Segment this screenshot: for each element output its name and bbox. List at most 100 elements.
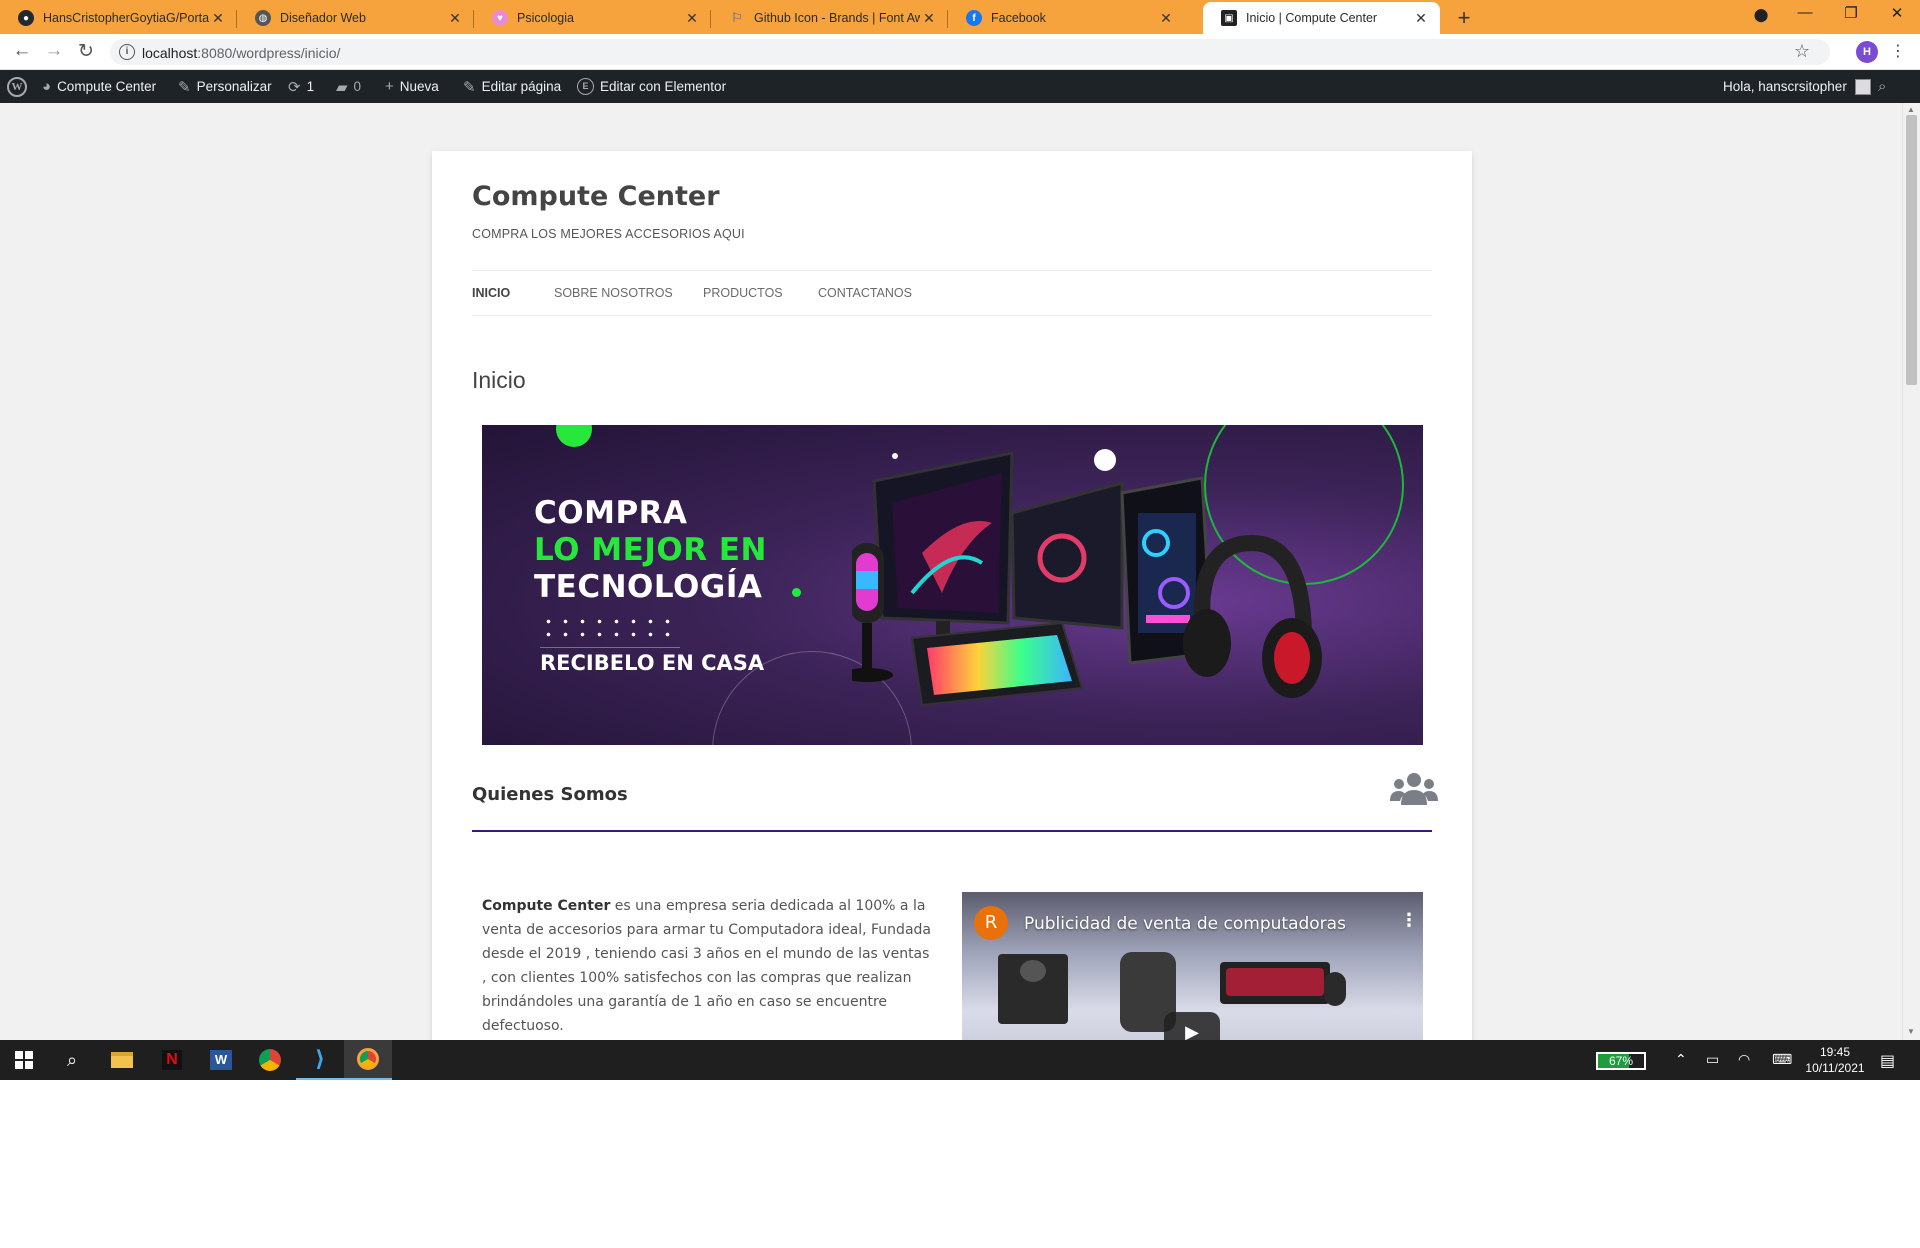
browser-tab-strip: ● HansCristopherGoytiaG/Portafoli ✕ ◍ Di… — [0, 0, 1920, 34]
clock-time: 19:45 — [1819, 1045, 1851, 1059]
scroll-down-icon[interactable]: ▼ — [1907, 1027, 1915, 1036]
url-text[interactable]: localhost:8080/wordpress/inicio/ — [142, 45, 340, 61]
plus-icon: + — [385, 78, 394, 95]
reload-icon[interactable]: ↻ — [74, 40, 98, 63]
nav-item-contactanos[interactable]: CONTACTANOS — [818, 286, 912, 300]
customize-label: Personalizar — [196, 79, 272, 94]
new-tab-button[interactable]: + — [1452, 5, 1476, 31]
restore-button[interactable]: ❐ — [1828, 4, 1874, 22]
start-button[interactable] — [0, 1040, 48, 1080]
wp-admin-bar: W ◕ Compute Center ✎ Personalizar ⟳ 1 ▰ … — [0, 70, 1920, 103]
minimize-button[interactable]: — — [1782, 4, 1828, 21]
system-clock[interactable]: 19:45 10/11/2021 — [1800, 1044, 1870, 1076]
browser-tab[interactable]: ● HansCristopherGoytiaG/Portafoli ✕ — [0, 2, 237, 34]
browser-toolbar: ← → ↻ i localhost:8080/wordpress/inicio/… — [0, 34, 1920, 70]
tab-label: HansCristopherGoytiaG/Portafoli — [43, 11, 209, 25]
edit-elementor-link[interactable]: E Editar con Elementor — [577, 70, 726, 103]
browser-tab-active[interactable]: ▣ Inicio | Compute Center ✕ — [1203, 2, 1440, 34]
facebook-icon: f — [966, 10, 982, 26]
netflix-icon[interactable]: N — [148, 1040, 196, 1080]
battery-icon[interactable]: ▭ — [1706, 1051, 1719, 1068]
banner-headline-line3: TECNOLOGÍA — [534, 569, 763, 605]
browser-tab[interactable]: ◍ Diseñador Web ✕ — [237, 2, 474, 34]
windows-icon — [15, 1051, 33, 1069]
close-tab-icon[interactable]: ✕ — [209, 10, 227, 27]
chrome-active-icon[interactable] — [344, 1040, 392, 1080]
comments-link[interactable]: ▰ 0 — [336, 70, 361, 103]
keyboard-icon[interactable]: ⌨ — [1772, 1051, 1792, 1068]
video-menu-icon[interactable]: ⋮ — [1400, 910, 1418, 931]
address-bar[interactable]: i localhost:8080/wordpress/inicio/ ☆ — [110, 39, 1830, 65]
close-window-button[interactable]: ✕ — [1874, 4, 1920, 22]
globe-icon: ◍ — [255, 10, 271, 26]
scroll-thumb[interactable] — [1906, 115, 1917, 385]
comment-icon: ▰ — [336, 78, 348, 96]
main-navigation: INICIO SOBRE NOSOTROS PRODUCTOS CONTACTA… — [472, 270, 1432, 316]
url-host: localhost — [142, 45, 198, 61]
edit-page-link[interactable]: ✎ Editar página — [463, 70, 561, 103]
profile-avatar[interactable]: H — [1856, 41, 1878, 63]
updates-link[interactable]: ⟳ 1 — [288, 70, 314, 103]
wordpress-icon: W — [7, 76, 27, 97]
customize-link[interactable]: ✎ Personalizar — [178, 70, 272, 103]
close-tab-icon[interactable]: ✕ — [920, 10, 938, 27]
nav-item-sobre-nosotros[interactable]: SOBRE NOSOTROS — [554, 286, 673, 300]
youtube-video-embed[interactable]: R Publicidad de venta de computadoras ⋮ … — [962, 892, 1423, 1062]
about-divider — [472, 830, 1432, 832]
browser-tab[interactable]: ⚐ Github Icon - Brands | Font Awe ✕ — [711, 2, 948, 34]
url-path: :8080/wordpress/inicio/ — [197, 45, 341, 61]
scroll-up-icon[interactable]: ▲ — [1907, 105, 1915, 114]
back-icon[interactable]: ← — [10, 40, 34, 62]
search-icon[interactable]: ⌕ — [48, 1040, 96, 1080]
browser-menu-icon[interactable]: ⋮ — [1890, 41, 1906, 61]
admin-search-icon[interactable]: ⌕ — [1878, 70, 1886, 103]
close-tab-icon[interactable]: ✕ — [683, 10, 701, 27]
nav-item-inicio[interactable]: INICIO — [472, 286, 510, 300]
close-tab-icon[interactable]: ✕ — [446, 10, 464, 27]
product-mouse — [1324, 972, 1346, 1006]
account-menu[interactable]: Hola, hanscrsitopher — [1723, 70, 1871, 103]
edit-page-label: Editar página — [481, 79, 562, 94]
updates-count: 1 — [306, 79, 315, 94]
browser-tab[interactable]: f Facebook ✕ — [948, 2, 1185, 34]
forward-icon[interactable]: → — [42, 40, 66, 62]
site-description: COMPRA LOS MEJORES ACCESORIOS AQUI — [472, 227, 745, 241]
word-icon[interactable]: W — [197, 1040, 245, 1080]
chevron-up-icon[interactable]: ⌃ — [1675, 1051, 1687, 1068]
pencil-icon: ✎ — [463, 78, 476, 96]
clock-date: 10/11/2021 — [1805, 1061, 1865, 1075]
tab-search-icon[interactable]: ⬤ — [1738, 7, 1784, 23]
battery-indicator[interactable]: 67% — [1596, 1052, 1646, 1070]
chrome-icon[interactable] — [246, 1040, 294, 1080]
vscode-icon[interactable]: ⟩ — [296, 1040, 344, 1080]
site-info-icon[interactable]: i — [119, 44, 135, 60]
dashboard-icon: ◕ — [42, 78, 52, 95]
tab-label: Inicio | Compute Center — [1246, 11, 1378, 25]
browser-tab[interactable]: ♥ Psicologia ✕ — [474, 2, 711, 34]
wordpress-logo-button[interactable]: W — [7, 70, 27, 103]
tab-label: Github Icon - Brands | Font Awe — [754, 11, 920, 25]
close-tab-icon[interactable]: ✕ — [1157, 10, 1175, 27]
about-title: Quienes Somos — [472, 784, 628, 805]
tab-label: Facebook — [991, 11, 1046, 25]
bookmark-star-icon[interactable]: ☆ — [1794, 41, 1810, 62]
site-title[interactable]: Compute Center — [472, 181, 720, 212]
windows-taskbar: ⌕ N W ⟩ 67% ⌃ ▭ ◠ ⌨ 19:45 10/11/2021 ▤ — [0, 1040, 1920, 1080]
nav-item-productos[interactable]: PRODUCTOS — [703, 286, 783, 300]
site-icon: ▣ — [1221, 10, 1237, 26]
wifi-icon[interactable]: ◠ — [1738, 1051, 1750, 1068]
edit-elementor-label: Editar con Elementor — [600, 79, 727, 94]
admin-site-name-link[interactable]: ◕ Compute Center — [42, 70, 156, 103]
hero-banner: COMPRA LO MEJOR EN TECNOLOGÍA RECIBELO E… — [482, 425, 1423, 745]
new-content-link[interactable]: + Nueva — [385, 70, 439, 103]
about-text: Compute Center es una empresa seria dedi… — [482, 894, 932, 1038]
video-title[interactable]: Publicidad de venta de computadoras — [1024, 914, 1346, 934]
battery-percent: 67% — [1608, 1054, 1634, 1068]
file-explorer-icon[interactable] — [98, 1040, 146, 1080]
close-tab-icon[interactable]: ✕ — [1412, 10, 1430, 27]
notifications-icon[interactable]: ▤ — [1880, 1051, 1895, 1071]
channel-avatar[interactable]: R — [974, 906, 1008, 940]
page-scrollbar[interactable]: ▲ ▼ — [1902, 103, 1920, 1040]
heart-icon: ♥ — [492, 10, 508, 26]
flag-icon: ⚐ — [731, 10, 743, 25]
